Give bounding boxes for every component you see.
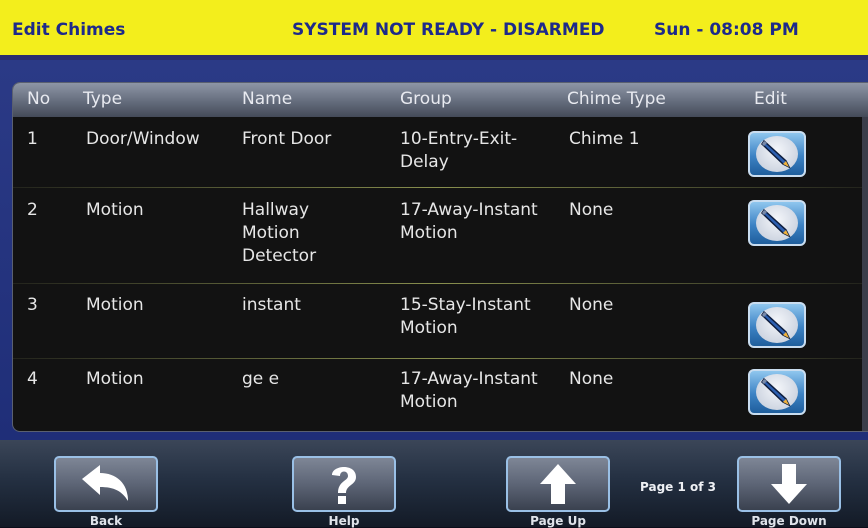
- edit-button[interactable]: [748, 369, 806, 415]
- cell-chime-type: None: [569, 200, 614, 220]
- table-row: 2 Motion Hallway Motion Detector 17-Away…: [13, 188, 868, 284]
- page-up-button[interactable]: [506, 456, 610, 512]
- cell-no: 3: [27, 295, 38, 315]
- page-down-label: Page Down: [751, 514, 827, 528]
- back-arrow-icon: [82, 465, 128, 501]
- cell-type: Motion: [86, 295, 144, 315]
- clock: Sun - 08:08 PM: [654, 20, 799, 40]
- column-header-chime-type: Chime Type: [567, 89, 666, 109]
- cell-type: Door/Window: [86, 129, 200, 149]
- page-title: Edit Chimes: [12, 20, 126, 40]
- up-arrow-icon: [540, 464, 576, 504]
- footer-nav: Back Help Page Up Page 1 of 3 Page Down: [0, 440, 868, 528]
- cell-name: ge e: [242, 369, 280, 389]
- back-button[interactable]: [54, 456, 158, 512]
- pencil-edit-icon: [756, 307, 798, 343]
- table-row: 3 Motion instant 15-Stay-Instant Motion …: [13, 284, 868, 359]
- cell-type: Motion: [86, 200, 144, 220]
- main-area: No Type Name Group Chime Type Edit 1 Doo…: [0, 60, 868, 440]
- table-row: 1 Door/Window Front Door 10-Entry-Exit-D…: [13, 117, 868, 188]
- cell-chime-type: None: [569, 369, 614, 389]
- page-down-button[interactable]: [737, 456, 841, 512]
- cell-chime-type: Chime 1: [569, 129, 640, 149]
- edit-button[interactable]: [748, 302, 806, 348]
- question-mark-icon: [332, 467, 356, 504]
- cell-name: instant: [242, 295, 301, 315]
- header-bar: Edit Chimes SYSTEM NOT READY - DISARMED …: [0, 0, 868, 60]
- chimes-table: No Type Name Group Chime Type Edit 1 Doo…: [12, 82, 868, 432]
- edit-button[interactable]: [748, 131, 806, 177]
- column-header-type: Type: [83, 89, 123, 109]
- cell-chime-type: None: [569, 295, 614, 315]
- column-header-no: No: [27, 89, 51, 109]
- cell-type: Motion: [86, 369, 144, 389]
- down-arrow-icon: [771, 464, 807, 504]
- column-header-group: Group: [400, 89, 452, 109]
- column-header-edit: Edit: [754, 89, 787, 109]
- cell-no: 2: [27, 200, 38, 220]
- pencil-edit-icon: [756, 374, 798, 410]
- cell-group: 10-Entry-Exit-Delay: [400, 129, 518, 172]
- back-label: Back: [89, 514, 123, 528]
- help-label: Help: [328, 514, 360, 528]
- page-up-label: Page Up: [530, 514, 586, 528]
- pencil-edit-icon: [756, 136, 798, 172]
- help-button[interactable]: [292, 456, 396, 512]
- cell-name: Hallway Motion Detector: [242, 200, 317, 266]
- column-header-name: Name: [242, 89, 293, 109]
- pencil-edit-icon: [756, 205, 798, 241]
- system-status: SYSTEM NOT READY - DISARMED: [292, 20, 605, 40]
- scrollbar[interactable]: [862, 117, 868, 431]
- cell-group: 17-Away-Instant Motion: [400, 200, 538, 243]
- cell-name: Front Door: [242, 129, 332, 149]
- cell-group: 15-Stay-Instant Motion: [400, 295, 531, 338]
- page-indicator: Page 1 of 3: [640, 480, 716, 494]
- cell-no: 4: [27, 369, 38, 389]
- table-header: No Type Name Group Chime Type Edit: [13, 83, 868, 117]
- cell-group: 17-Away-Instant Motion: [400, 369, 538, 412]
- table-row: 4 Motion ge e 17-Away-Instant Motion Non…: [13, 359, 868, 431]
- cell-no: 1: [27, 129, 38, 149]
- edit-button[interactable]: [748, 200, 806, 246]
